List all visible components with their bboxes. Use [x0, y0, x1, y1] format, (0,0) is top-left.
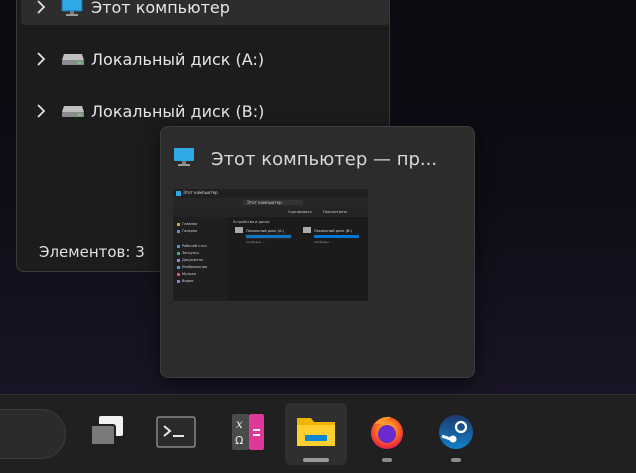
- thumb-sidebar-item: Галерея: [182, 229, 198, 233]
- thumb-drive-b: Локальный диск (B:): [314, 229, 352, 233]
- thumb-sidebar-item: Видео: [182, 279, 194, 283]
- preview-title: Этот компьютер — пр...: [173, 147, 437, 172]
- calculator-icon: xΩ: [230, 412, 266, 456]
- terminal-icon: [156, 416, 196, 452]
- drive-icon: [61, 104, 91, 118]
- thumb-sidebar-item: Рабочий стол: [182, 244, 207, 248]
- running-indicator: [382, 458, 392, 462]
- tree-item-label: Локальный диск (A:): [91, 49, 265, 69]
- thumb-toolbar-sort: Сортировать: [288, 210, 312, 214]
- preview-title-text: Этот компьютер — пр...: [211, 149, 438, 170]
- thumb-sidebar-item: Главная: [182, 222, 198, 226]
- file-explorer-button[interactable]: [285, 403, 347, 465]
- thumb-sidebar-item: Музыка: [182, 272, 196, 276]
- thumb-sidebar-item: Загрузки: [182, 251, 199, 255]
- calculator-button[interactable]: xΩ: [217, 403, 279, 465]
- thumb-drive-b-free: Свободно ...: [314, 240, 334, 244]
- status-bar-item-count: Элементов: 3: [39, 243, 145, 261]
- terminal-button[interactable]: [145, 403, 207, 465]
- tree-item-drive-a[interactable]: Локальный диск (A:): [21, 41, 389, 77]
- steam-icon: [436, 412, 476, 456]
- monitor-icon: [173, 147, 195, 172]
- task-view-icon: [87, 414, 127, 454]
- thumb-window-title: Этот компьютер: [183, 190, 218, 195]
- thumb-sidebar: Главная Галерея Рабочий стол Загрузки До…: [182, 221, 207, 285]
- tree-item-drive-b[interactable]: Локальный диск (B:): [21, 93, 389, 129]
- search-box[interactable]: [0, 409, 66, 459]
- file-explorer-icon: [295, 414, 337, 454]
- thumb-sidebar-item: Изображения: [182, 265, 208, 269]
- taskbar-preview[interactable]: Этот компьютер — пр... Этот компьютер Эт…: [160, 126, 475, 378]
- thumb-drive-a-free: Свободно ...: [246, 240, 266, 244]
- chevron-right-icon[interactable]: [21, 0, 61, 14]
- taskbar: xΩ: [0, 394, 636, 473]
- thumb-section-title: Устройства и диски: [233, 220, 270, 224]
- svg-text:x: x: [236, 417, 243, 431]
- tree-item-this-pc[interactable]: Этот компьютер: [21, 0, 389, 25]
- monitor-icon: [61, 0, 91, 17]
- thumb-drive-a: Локальный диск (A:): [246, 229, 284, 233]
- task-view-button[interactable]: [76, 403, 138, 465]
- steam-button[interactable]: [425, 403, 487, 465]
- window-thumbnail[interactable]: Этот компьютер Этот компьютер Сортироват…: [173, 189, 368, 301]
- chevron-right-icon[interactable]: [21, 52, 61, 66]
- running-indicator: [451, 458, 461, 462]
- thumb-sidebar-item: Документы: [182, 258, 203, 262]
- thumb-address: Этот компьютер: [247, 200, 282, 205]
- firefox-button[interactable]: [356, 403, 418, 465]
- drive-icon: [61, 52, 91, 66]
- active-indicator: [303, 458, 329, 462]
- svg-text:Ω: Ω: [235, 434, 243, 447]
- thumb-toolbar-view: Просмотреть: [323, 210, 348, 214]
- firefox-icon: [367, 412, 407, 456]
- tree-item-label: Этот компьютер: [91, 0, 230, 17]
- tree-item-label: Локальный диск (B:): [91, 101, 265, 121]
- chevron-right-icon[interactable]: [21, 104, 61, 118]
